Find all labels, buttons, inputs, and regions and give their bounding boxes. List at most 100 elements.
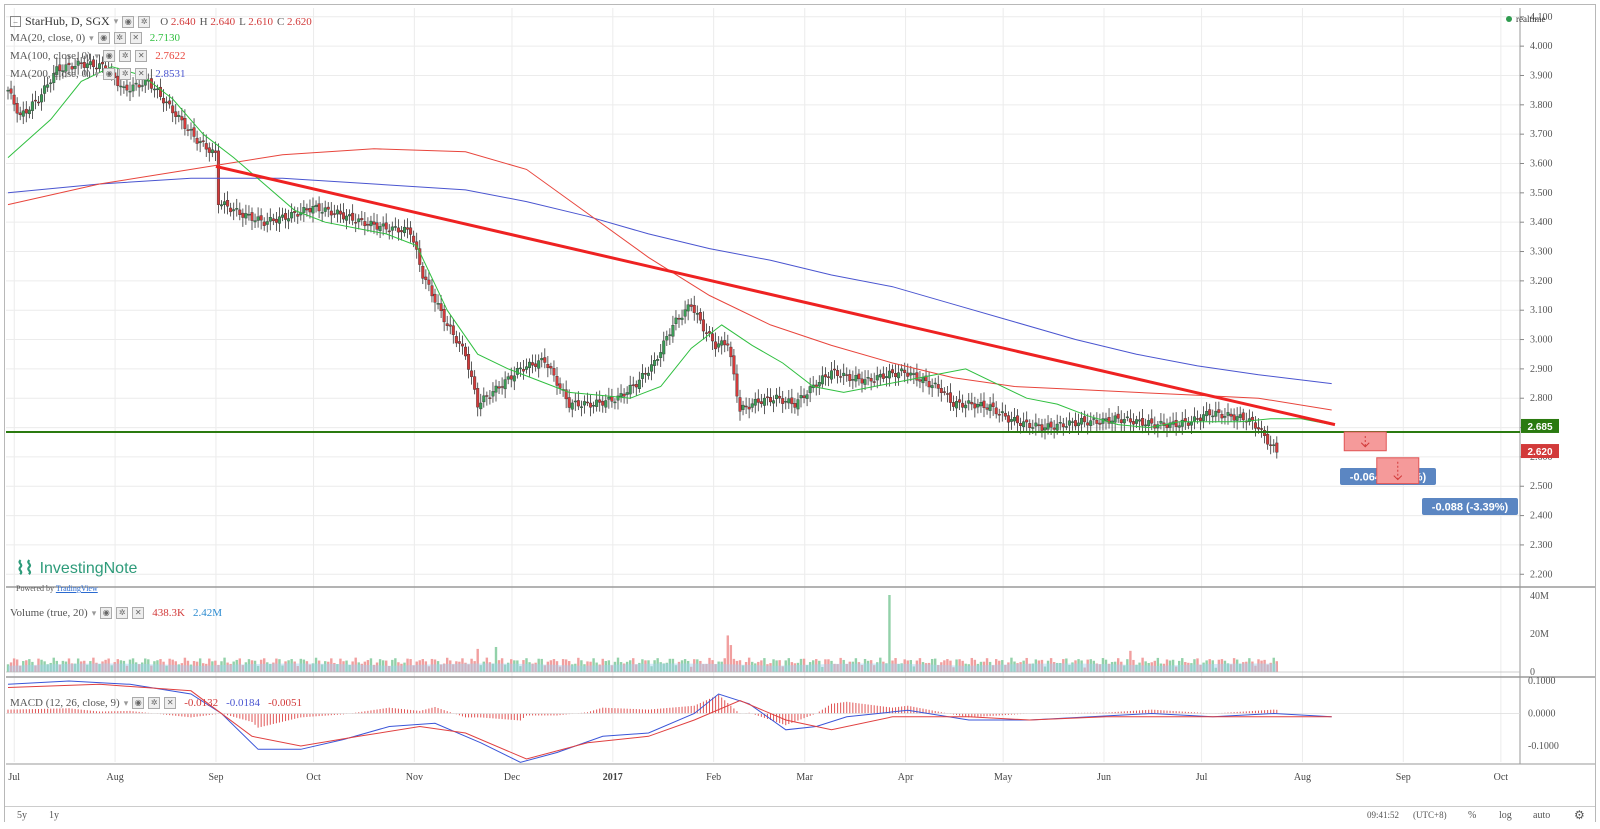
- candle-body: [256, 216, 260, 221]
- candle-body: [665, 336, 669, 341]
- candle-body: [769, 397, 773, 403]
- candle-body: [982, 400, 986, 408]
- candle-body: [860, 378, 864, 384]
- candle-body: [625, 392, 629, 395]
- candle-body: [79, 62, 83, 64]
- eye-icon[interactable]: ◉: [132, 697, 145, 709]
- tradingview-link[interactable]: TradingView: [56, 584, 98, 593]
- candle-body: [49, 82, 53, 85]
- candle-body: [1238, 414, 1242, 418]
- candle-body: [335, 209, 339, 215]
- candle-body: [345, 215, 349, 221]
- chevron-down-icon[interactable]: ▾: [95, 51, 100, 62]
- symbol-title: StarHub, D, SGX: [25, 14, 110, 28]
- realtime-label: realtime: [1516, 14, 1546, 24]
- eye-icon[interactable]: ◉: [100, 607, 113, 619]
- candle-body: [515, 368, 519, 375]
- candle-body: [33, 99, 37, 102]
- candle-body: [662, 340, 666, 355]
- gear-icon[interactable]: ⚙: [1574, 808, 1585, 823]
- eye-icon[interactable]: ◉: [122, 15, 135, 28]
- candle-body: [793, 403, 797, 408]
- close-icon[interactable]: ✕: [129, 32, 142, 44]
- logo-text: InvestingNote: [39, 559, 138, 577]
- candle-body: [500, 386, 504, 388]
- ohlc-h-label: H 2.640: [199, 15, 236, 28]
- candle-body: [162, 97, 166, 104]
- close-icon[interactable]: ✕: [132, 607, 145, 619]
- gear-icon[interactable]: ✲: [116, 607, 129, 619]
- candle-body: [1269, 444, 1273, 446]
- candle-body: [732, 355, 736, 375]
- bottom-toolbar: 5y 1y 09:41:52 (UTC+8) % log auto ⚙: [5, 806, 1595, 823]
- candle-body: [1089, 420, 1093, 426]
- candle-body: [869, 378, 873, 382]
- close-icon[interactable]: ✕: [135, 50, 148, 62]
- candle-body: [579, 406, 583, 408]
- gear-icon[interactable]: ✲: [138, 15, 151, 28]
- support-price-badge: 2.685: [1521, 418, 1559, 433]
- eye-icon[interactable]: ◉: [103, 68, 116, 80]
- ma100-legend[interactable]: MA(100, close, 0) ▾ ◉ ✲ ✕ 2.7622: [10, 50, 185, 62]
- candle-body: [613, 401, 617, 404]
- candle-body: [88, 61, 92, 66]
- ma20-legend[interactable]: MA(20, close, 0) ▾ ◉ ✲ ✕ 2.7130: [10, 32, 180, 44]
- ma200-legend[interactable]: MA(200, close, 0) ▾ ◉ ✲ ✕ 2.8531: [10, 68, 185, 80]
- candle-body: [27, 109, 31, 115]
- candle-body: [369, 220, 373, 227]
- ohlc-c-label: C 2.620: [276, 15, 312, 28]
- candle-body: [15, 103, 19, 114]
- gear-icon[interactable]: ✲: [113, 32, 126, 44]
- gear-icon[interactable]: ✲: [119, 50, 132, 62]
- candle-body: [101, 61, 105, 65]
- macd-legend[interactable]: MACD (12, 26, close, 9) ▾ ◉ ✲ ✕ -0.0132 …: [10, 697, 302, 709]
- candle-body: [634, 384, 638, 388]
- clock-time: 09:41:52: [1367, 810, 1400, 820]
- candle-body: [1253, 422, 1257, 429]
- candle-body: [183, 118, 187, 129]
- chevron-down-icon[interactable]: ▾: [89, 33, 94, 44]
- percent-scale-button[interactable]: %: [1468, 810, 1476, 821]
- candle-body: [488, 397, 492, 399]
- chevron-down-icon[interactable]: ▾: [124, 698, 129, 709]
- candle-body: [518, 367, 522, 370]
- symbol-legend[interactable]: – StarHub, D, SGX ▾ ◉ ✲ O 2.640 H 2.640 …: [10, 14, 312, 29]
- clock-timezone[interactable]: (UTC+8): [1413, 810, 1447, 820]
- eye-icon[interactable]: ◉: [97, 32, 110, 44]
- candle-body: [683, 309, 687, 317]
- candle-body: [323, 207, 327, 212]
- candle-body: [43, 85, 47, 94]
- candle-body: [1073, 420, 1077, 427]
- candle-body: [470, 370, 474, 377]
- candle-body: [1226, 412, 1230, 416]
- gear-icon[interactable]: ✲: [148, 697, 161, 709]
- candle-body: [738, 397, 742, 412]
- candle-body: [711, 333, 715, 342]
- candle-body: [750, 403, 754, 408]
- gear-icon[interactable]: ✲: [119, 68, 132, 80]
- candle-body: [265, 221, 269, 225]
- candle-body: [558, 383, 562, 389]
- range-5y-button[interactable]: 5y: [17, 810, 27, 821]
- chevron-down-icon[interactable]: ▾: [92, 608, 97, 619]
- eye-icon[interactable]: ◉: [103, 50, 116, 62]
- close-icon[interactable]: ✕: [135, 68, 148, 80]
- candle-body: [1186, 422, 1190, 426]
- volume-legend[interactable]: Volume (true, 20) ▾ ◉ ✲ ✕ 438.3K 2.42M: [10, 607, 222, 619]
- candle-body: [165, 101, 169, 104]
- powered-by: Powered by TradingView: [16, 584, 98, 593]
- candle-body: [271, 218, 275, 222]
- candle-body: [24, 108, 28, 114]
- candle-body: [287, 218, 291, 222]
- chevron-down-icon[interactable]: ▾: [95, 69, 100, 80]
- candle-body: [912, 373, 916, 375]
- candle-body: [1064, 426, 1068, 428]
- auto-scale-button[interactable]: auto: [1533, 810, 1550, 821]
- collapse-icon[interactable]: –: [10, 16, 21, 27]
- range-1y-button[interactable]: 1y: [49, 810, 59, 821]
- log-scale-button[interactable]: log: [1499, 810, 1512, 821]
- candle-body: [457, 341, 461, 344]
- candle-body: [1205, 411, 1209, 417]
- close-icon[interactable]: ✕: [164, 697, 177, 709]
- chevron-down-icon[interactable]: ▾: [114, 16, 119, 27]
